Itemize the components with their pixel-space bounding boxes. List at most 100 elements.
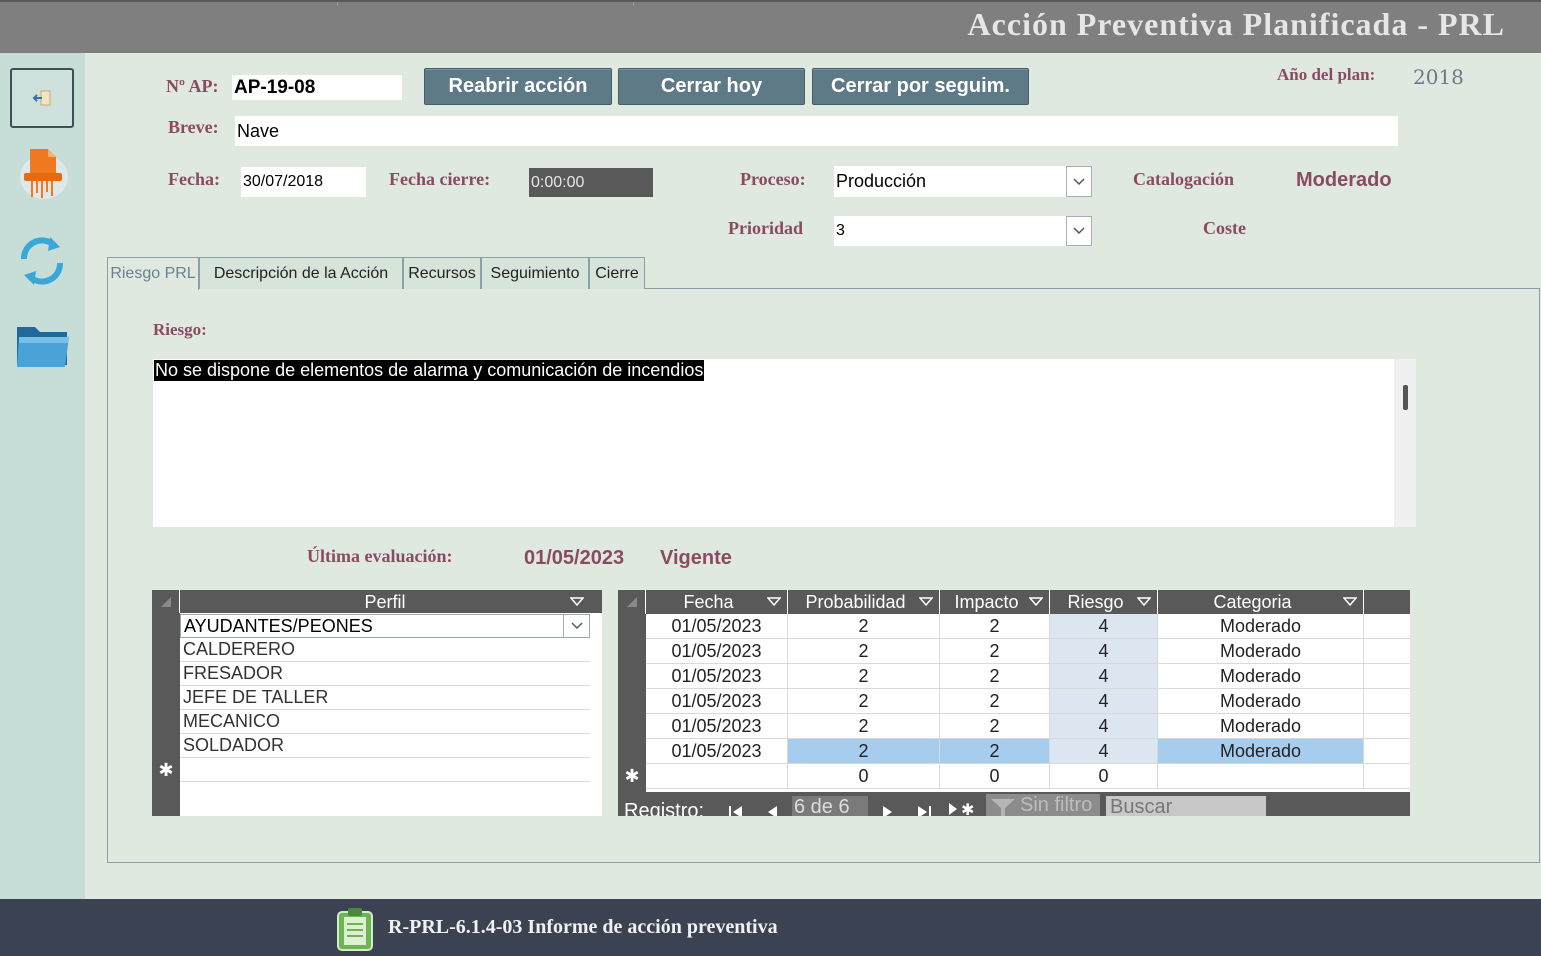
categoria-cell[interactable]: Moderado xyxy=(1158,664,1364,688)
cerrar-por-seguimiento-button[interactable]: Cerrar por seguim. xyxy=(812,68,1029,105)
fecha-cell[interactable]: 01/05/2023 xyxy=(646,664,788,688)
impacto-cell[interactable]: 2 xyxy=(940,689,1050,713)
impacto-cell[interactable]: 2 xyxy=(940,639,1050,663)
probabilidad-cell[interactable]: 2 xyxy=(788,714,940,738)
categoria-cell[interactable]: Moderado xyxy=(1158,739,1364,763)
riesgo-cell[interactable]: 4 xyxy=(1050,639,1158,663)
riesgo-cell[interactable]: 4 xyxy=(1050,614,1158,638)
shredder-button[interactable] xyxy=(10,143,74,203)
probabilidad-cell[interactable]: 2 xyxy=(788,664,940,688)
evaluacion-row[interactable]: 01/05/2023 2 2 4 Moderado xyxy=(646,689,1410,714)
record-position[interactable]: 6 de 6 xyxy=(792,796,868,816)
impacto-column-header[interactable]: Impacto xyxy=(940,590,1050,614)
fecha-cell[interactable]: 01/05/2023 xyxy=(646,689,788,713)
exit-icon xyxy=(32,90,51,106)
impacto-cell[interactable]: 2 xyxy=(940,739,1050,763)
new-record-icon[interactable]: ✱ xyxy=(948,800,978,816)
probabilidad-cell[interactable]: 2 xyxy=(788,689,940,713)
perfil-row[interactable]: FRESADOR xyxy=(180,662,590,686)
next-record-icon[interactable] xyxy=(882,802,894,816)
categoria-column-label: Categoria xyxy=(1213,591,1292,612)
tab-cierre[interactable]: Cierre xyxy=(589,257,645,289)
scrollbar-thumb[interactable] xyxy=(1403,385,1408,410)
prioridad-select[interactable]: 3 xyxy=(834,216,1092,246)
categoria-column-header[interactable]: Categoria xyxy=(1158,590,1364,614)
sort-arrow-icon[interactable] xyxy=(570,597,584,607)
riesgo-column-header[interactable]: Riesgo xyxy=(1050,590,1158,614)
report-button[interactable] xyxy=(336,907,376,956)
riesgo-cell[interactable]: 4 xyxy=(1050,714,1158,738)
tab-seguimiento[interactable]: Seguimiento xyxy=(481,257,589,289)
evaluacion-row[interactable]: 01/05/2023 2 2 4 Moderado xyxy=(646,639,1410,664)
refresh-button[interactable] xyxy=(10,231,74,291)
categoria-cell[interactable]: Moderado xyxy=(1158,614,1364,638)
select-all-corner[interactable] xyxy=(152,590,180,614)
perfil-header: Perfil xyxy=(152,590,602,614)
riesgo-cell[interactable]: 4 xyxy=(1050,664,1158,688)
sort-arrow-icon[interactable] xyxy=(919,597,933,607)
nap-input[interactable]: AP-19-08 xyxy=(232,75,402,100)
breve-input[interactable]: Nave xyxy=(235,116,1398,146)
tab-recursos[interactable]: Recursos xyxy=(403,257,481,289)
sort-arrow-icon[interactable] xyxy=(1343,597,1357,607)
perfil-row[interactable]: AYUDANTES/PEONES xyxy=(180,614,590,638)
select-all-corner[interactable] xyxy=(618,590,646,614)
fecha-column-header[interactable]: Fecha xyxy=(646,590,788,614)
perfil-row[interactable]: CALDERERO xyxy=(180,638,590,662)
riesgo-cell[interactable]: 4 xyxy=(1050,739,1158,763)
categoria-cell[interactable] xyxy=(1158,764,1364,788)
evaluacion-new-row[interactable]: 000 xyxy=(646,764,1410,789)
search-input[interactable]: Buscar xyxy=(1106,796,1266,816)
fecha-input[interactable]: 30/07/2018 xyxy=(241,167,366,197)
probabilidad-cell[interactable]: 0 xyxy=(788,764,940,788)
sort-arrow-icon[interactable] xyxy=(1029,597,1043,607)
chevron-down-icon[interactable] xyxy=(1066,216,1092,246)
sort-arrow-icon[interactable] xyxy=(767,597,781,607)
impacto-cell[interactable]: 2 xyxy=(940,614,1050,638)
reabrir-accion-button[interactable]: Reabrir acción xyxy=(424,68,612,105)
cerrar-hoy-button[interactable]: Cerrar hoy xyxy=(618,68,805,105)
riesgo-textarea[interactable]: No se dispone de elementos de alarma y c… xyxy=(153,359,1416,527)
impacto-cell[interactable]: 2 xyxy=(940,714,1050,738)
evaluacion-row[interactable]: 01/05/2023 2 2 4 Moderado xyxy=(646,714,1410,739)
fecha-cell[interactable]: 01/05/2023 xyxy=(646,639,788,663)
fecha-cierre-input[interactable]: 0:00:00 xyxy=(529,168,653,197)
perfil-row[interactable]: SOLDADOR xyxy=(180,734,590,758)
fecha-cell[interactable] xyxy=(646,764,788,788)
tab-descripcion-accion[interactable]: Descripción de la Acción xyxy=(199,257,403,289)
first-record-icon[interactable] xyxy=(728,802,744,816)
folder-button[interactable] xyxy=(10,315,74,375)
fecha-cell[interactable]: 01/05/2023 xyxy=(646,614,788,638)
evaluacion-row[interactable]: 01/05/2023 2 2 4 Moderado xyxy=(646,739,1410,764)
categoria-cell[interactable]: Moderado xyxy=(1158,639,1364,663)
probabilidad-cell[interactable]: 2 xyxy=(788,639,940,663)
categoria-cell[interactable]: Moderado xyxy=(1158,689,1364,713)
filter-indicator[interactable]: Sin filtro xyxy=(986,794,1100,816)
fecha-cell[interactable]: 01/05/2023 xyxy=(646,714,788,738)
perfil-row[interactable]: MECANICO xyxy=(180,710,590,734)
last-record-icon[interactable] xyxy=(916,802,932,816)
fecha-cell[interactable]: 01/05/2023 xyxy=(646,739,788,763)
proceso-select[interactable]: Producción xyxy=(834,166,1092,197)
sort-arrow-icon[interactable] xyxy=(1137,597,1151,607)
perfil-column-header[interactable]: Perfil xyxy=(180,590,590,614)
tab-riesgo-prl[interactable]: Riesgo PRL xyxy=(107,257,199,290)
chevron-down-icon[interactable] xyxy=(1066,166,1092,197)
riesgo-cell[interactable]: 0 xyxy=(1050,764,1158,788)
estado-value: Vigente xyxy=(660,547,732,569)
perfil-new-row[interactable] xyxy=(180,758,590,782)
perfil-row[interactable]: JEFE DE TALLER xyxy=(180,686,590,710)
riesgo-scrollbar[interactable] xyxy=(1394,359,1416,527)
exit-button[interactable] xyxy=(10,68,74,128)
probabilidad-column-header[interactable]: Probabilidad xyxy=(788,590,940,614)
probabilidad-cell[interactable]: 2 xyxy=(788,739,940,763)
previous-record-icon[interactable] xyxy=(766,802,778,816)
impacto-cell[interactable]: 0 xyxy=(940,764,1050,788)
impacto-cell[interactable]: 2 xyxy=(940,664,1050,688)
categoria-cell[interactable]: Moderado xyxy=(1158,714,1364,738)
evaluacion-row[interactable]: 01/05/2023 2 2 4 Moderado xyxy=(646,614,1410,639)
chevron-down-icon[interactable] xyxy=(563,615,589,637)
riesgo-cell[interactable]: 4 xyxy=(1050,689,1158,713)
evaluacion-row[interactable]: 01/05/2023 2 2 4 Moderado xyxy=(646,664,1410,689)
probabilidad-cell[interactable]: 2 xyxy=(788,614,940,638)
